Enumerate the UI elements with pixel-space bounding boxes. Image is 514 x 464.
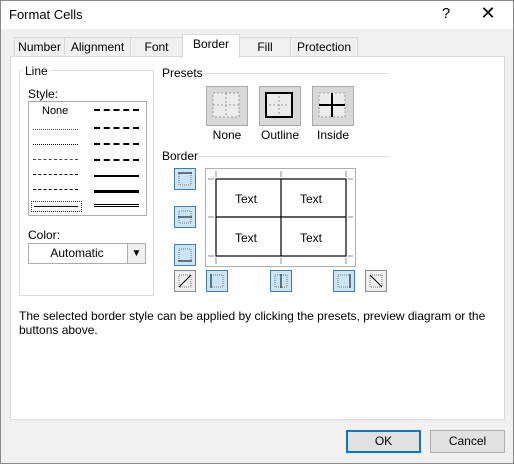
border-diagonal-up-button[interactable] <box>174 270 196 292</box>
preview-grid <box>208 171 353 264</box>
line-style-medium-dashed[interactable] <box>94 159 139 161</box>
border-bottom-button[interactable] <box>174 244 196 266</box>
tab-number[interactable]: Number <box>14 37 65 57</box>
tab-fill[interactable]: Fill <box>239 37 291 57</box>
border-top-icon <box>178 172 192 186</box>
preset-outline-icon <box>265 92 293 118</box>
preset-inside-label: Inside <box>316 128 350 142</box>
line-style-medium-dash-dot[interactable] <box>94 143 139 145</box>
border-diagonal-down-button[interactable] <box>365 270 387 292</box>
border-diagonal-up-icon <box>178 274 192 288</box>
line-style-slant-dash-dot[interactable] <box>94 127 139 129</box>
tab-alignment[interactable]: Alignment <box>64 37 131 57</box>
help-icon[interactable]: ? <box>437 5 455 25</box>
line-style-dash-dot[interactable] <box>33 174 78 175</box>
cancel-button[interactable]: Cancel <box>430 430 505 453</box>
line-style-hair[interactable] <box>33 129 78 130</box>
border-bottom-icon <box>178 248 192 262</box>
preview-cell-text: Text <box>300 231 323 245</box>
line-style-list[interactable]: None <box>28 101 147 216</box>
tab-protection[interactable]: Protection <box>290 37 358 57</box>
presets-title: Presets <box>162 66 203 80</box>
preset-outline-button[interactable] <box>259 86 301 126</box>
line-style-double[interactable] <box>94 204 139 207</box>
format-cells-dialog: Format Cells ? ✕ Number Alignment Font B… <box>0 0 514 464</box>
border-inside-horizontal-button[interactable] <box>174 206 196 228</box>
color-value: Automatic <box>50 246 104 260</box>
border-top-button[interactable] <box>174 168 196 190</box>
preview-cell-text: Text <box>235 192 258 206</box>
border-right-button[interactable] <box>333 270 355 292</box>
color-dropdown[interactable]: Automatic ▼ <box>28 243 146 264</box>
preset-none-icon <box>212 92 240 118</box>
preset-outline-label: Outline <box>260 128 300 142</box>
close-icon[interactable]: ✕ <box>475 3 501 25</box>
preview-cell-text: Text <box>300 192 323 206</box>
tab-font[interactable]: Font <box>130 37 183 57</box>
line-group-title: Line <box>23 64 50 78</box>
line-style-dashed[interactable] <box>33 189 78 190</box>
border-left-button[interactable] <box>206 270 228 292</box>
info-text: The selected border style can be applied… <box>19 309 486 337</box>
border-title: Border <box>162 149 199 163</box>
border-left-icon <box>210 274 224 288</box>
color-label: Color: <box>28 228 61 242</box>
dialog-title: Format Cells <box>9 7 83 22</box>
chevron-down-icon[interactable]: ▼ <box>127 244 145 263</box>
line-style-none[interactable]: None <box>42 105 68 117</box>
preset-inside-button[interactable] <box>312 86 354 126</box>
border-diagonal-down-icon <box>369 274 383 288</box>
line-style-medium[interactable] <box>94 175 139 177</box>
preset-inside-icon <box>318 92 346 118</box>
border-inside-vertical-icon <box>274 274 288 288</box>
border-inside-vertical-button[interactable] <box>270 270 292 292</box>
presets-divider <box>204 73 389 74</box>
tab-border[interactable]: Border <box>182 34 240 58</box>
border-inside-horizontal-icon <box>178 210 192 224</box>
line-style-thin-selected[interactable] <box>31 201 82 212</box>
preset-none-label: None <box>212 128 242 142</box>
ok-button[interactable]: OK <box>346 430 421 453</box>
line-style-thick[interactable] <box>94 190 139 193</box>
preset-none-button[interactable] <box>206 86 248 126</box>
preview-cell-text: Text <box>235 231 258 245</box>
border-divider <box>199 156 389 157</box>
title-bar: Format Cells ? ✕ <box>1 1 513 29</box>
style-label: Style: <box>28 87 59 101</box>
line-style-dotted[interactable] <box>33 144 78 145</box>
border-right-icon <box>337 274 351 288</box>
line-style-dash-dot-dot[interactable] <box>33 159 78 160</box>
border-preview[interactable]: Text Text Text Text <box>205 168 356 267</box>
line-style-medium-dash-dot-dot[interactable] <box>94 109 139 111</box>
